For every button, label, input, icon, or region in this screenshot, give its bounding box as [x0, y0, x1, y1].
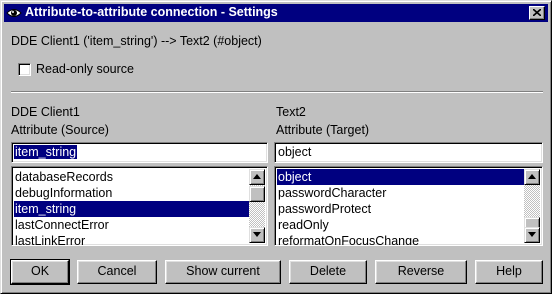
list-item[interactable]: object — [277, 169, 524, 185]
source-attribute-label: Attribute (Source) — [11, 123, 109, 137]
source-attribute-value: item_string — [14, 145, 78, 159]
target-attribute-value: object — [278, 145, 312, 159]
cancel-button[interactable]: Cancel — [77, 260, 157, 284]
arrow-down-icon — [253, 232, 261, 237]
ok-button[interactable]: OK — [10, 259, 70, 285]
arrow-down-icon — [528, 232, 536, 237]
list-item[interactable]: databaseRecords — [14, 169, 249, 185]
source-scroll-down-button[interactable] — [249, 227, 265, 243]
separator — [11, 91, 543, 93]
reverse-button[interactable]: Reverse — [375, 260, 467, 284]
settings-dialog: Attribute-to-attribute connection - Sett… — [0, 0, 552, 294]
close-icon — [533, 9, 541, 16]
list-item[interactable]: readOnly — [277, 217, 524, 233]
target-object-name: Text2 — [276, 105, 306, 119]
read-only-checkbox[interactable] — [18, 63, 31, 76]
list-item[interactable]: item_string — [14, 201, 249, 217]
list-item[interactable]: passwordCharacter — [277, 185, 524, 201]
delete-button[interactable]: Delete — [289, 260, 367, 284]
source-attribute-input[interactable]: item_string — [11, 142, 268, 163]
source-attribute-list[interactable]: databaseRecords debugInformation item_stri… — [11, 166, 268, 246]
target-attribute-input[interactable]: object — [274, 142, 543, 163]
source-scroll-up-button[interactable] — [249, 169, 265, 185]
eye-icon — [6, 5, 22, 21]
target-attribute-label: Attribute (Target) — [276, 123, 370, 137]
list-item[interactable]: debugInformation — [14, 185, 249, 201]
target-scroll-up-button[interactable] — [524, 169, 540, 185]
window-title: Attribute-to-attribute connection - Sett… — [25, 5, 278, 19]
help-button[interactable]: Help — [475, 260, 543, 284]
source-object-name: DDE Client1 — [11, 105, 80, 119]
arrow-up-icon — [528, 174, 536, 179]
show-current-button[interactable]: Show current — [165, 260, 281, 284]
list-item[interactable]: lastConnectError — [14, 217, 249, 233]
list-item[interactable]: lastLinkError — [14, 233, 249, 245]
target-scroll-down-button[interactable] — [524, 227, 540, 243]
title-bar[interactable]: Attribute-to-attribute connection - Sett… — [4, 4, 548, 22]
target-list-scrollbar[interactable] — [524, 169, 540, 243]
list-item[interactable]: passwordProtect — [277, 201, 524, 217]
source-scroll-thumb[interactable] — [249, 186, 265, 202]
source-list-scrollbar[interactable] — [249, 169, 265, 243]
arrow-up-icon — [253, 174, 261, 179]
list-item[interactable]: reformatOnFocusChange — [277, 233, 524, 245]
connection-description: DDE Client1 ('item_string') --> Text2 (#… — [11, 34, 262, 48]
target-attribute-list[interactable]: object passwordCharacter passwordProtect re… — [274, 166, 543, 246]
close-button[interactable] — [529, 6, 545, 20]
read-only-label[interactable]: Read-only source — [36, 62, 134, 76]
